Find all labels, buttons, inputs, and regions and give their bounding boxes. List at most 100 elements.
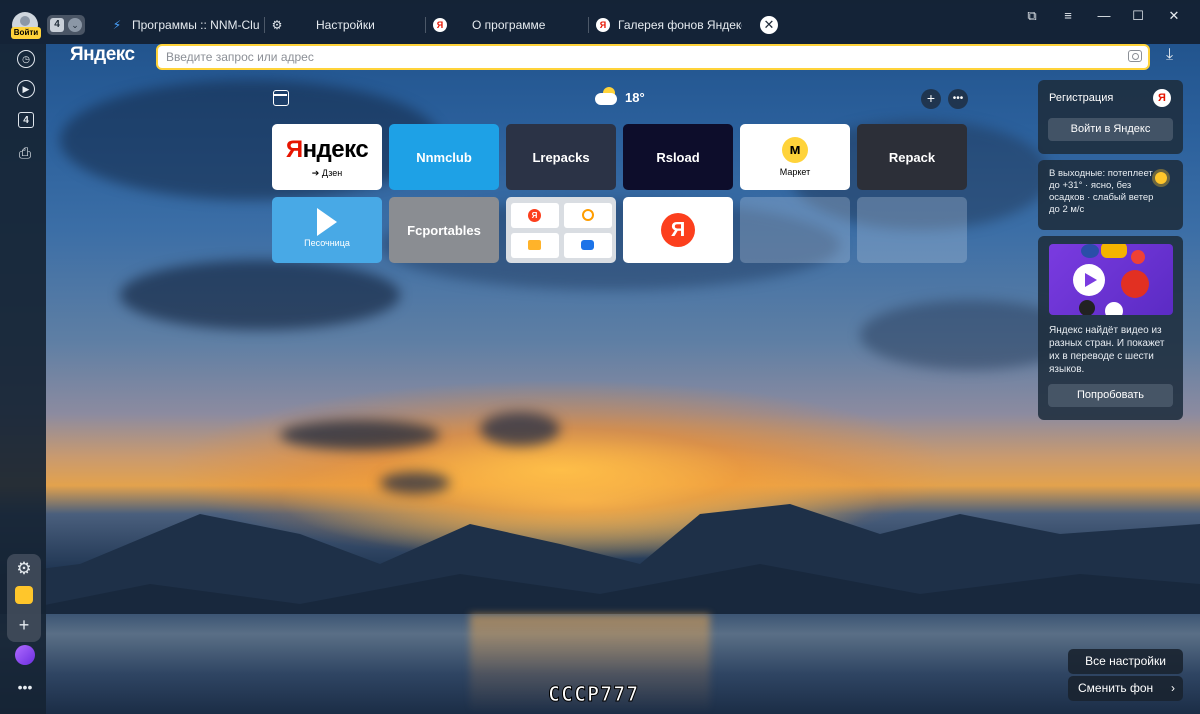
de-flag-icon: [1079, 300, 1095, 315]
yandex-icon: Я: [510, 202, 559, 228]
try-button[interactable]: Попробовать: [1048, 384, 1173, 407]
tile-label: Nnmclub: [416, 149, 472, 165]
change-background-button[interactable]: Сменить фон ›: [1068, 676, 1183, 701]
tile-yandex-search[interactable]: Я: [623, 197, 733, 263]
tile-market[interactable]: м Маркет: [740, 124, 850, 190]
gear-icon: ⚙: [271, 18, 283, 32]
nnm-club-icon: ⚡: [112, 18, 122, 32]
login-yandex-button[interactable]: Войти в Яндекс: [1048, 118, 1173, 141]
chevron-right-icon: ›: [1171, 681, 1175, 695]
bookmarks-icon[interactable]: ⧉: [1022, 8, 1042, 24]
yandex-logo[interactable]: Яндекс: [70, 44, 135, 66]
fr-flag-icon: [1105, 302, 1123, 315]
camera-search-icon[interactable]: [1128, 50, 1142, 62]
play-icon: [1073, 264, 1105, 296]
download-icon[interactable]: ⤓: [1166, 46, 1173, 64]
tile-rsload[interactable]: Rsload: [623, 124, 733, 190]
market-icon: м: [782, 137, 808, 163]
add-tile-button[interactable]: +: [921, 89, 941, 109]
close-tab-icon[interactable]: ✕: [760, 16, 778, 34]
weekend-forecast: В выходные: потеплеет до +31° · ясно, бе…: [1049, 168, 1154, 215]
tab-gallery[interactable]: Я Галерея фонов Яндекс Бр: [596, 13, 742, 37]
tile-label: Песочница: [304, 238, 350, 248]
gallery-icon[interactable]: [273, 90, 289, 106]
telegram-icon: [317, 208, 337, 236]
tab-counter[interactable]: 4 ⌄: [47, 15, 85, 35]
tile-fcportables[interactable]: Fcportables: [389, 197, 499, 263]
tab-strip: Войти 4 ⌄ ⚡ Программы :: NNM-Club ⚙ Наст…: [0, 0, 1200, 44]
change-background-label: Сменить фон: [1078, 681, 1154, 695]
menu-icon[interactable]: ≡: [1058, 8, 1078, 24]
omnibox[interactable]: [156, 44, 1150, 70]
cn-flag-icon: [1121, 270, 1149, 298]
register-title: Регистрация: [1049, 92, 1114, 104]
fr-flag-icon: [1131, 250, 1145, 264]
tile-label: Fcportables: [407, 222, 481, 238]
add-icon[interactable]: +: [13, 614, 35, 636]
tile-lrepacks[interactable]: Lrepacks: [506, 124, 616, 190]
yandex-icon: Я: [596, 18, 610, 32]
tab-title: Галерея фонов Яндекс Бр: [618, 18, 742, 32]
yandex-tile-logo: Яндекс: [285, 135, 369, 163]
weather-widget[interactable]: 18°: [595, 87, 645, 107]
background-image: [0, 0, 1200, 714]
sidebar: ◷ ▶ 4 ⎙ ⚙ + •••: [0, 44, 46, 714]
tile-label: Repack: [888, 149, 936, 165]
promo-card: Яндекс найдёт видео из разных стран. И п…: [1038, 236, 1183, 420]
tab-title: Настройки: [316, 18, 375, 32]
tab-separator: [425, 17, 426, 33]
tab-about[interactable]: Я О программе: [433, 13, 583, 37]
weather-temp: 18°: [625, 89, 645, 105]
all-settings-button[interactable]: Все настройки: [1068, 649, 1183, 674]
tile-empty[interactable]: [857, 197, 967, 263]
tile-repack[interactable]: Repack: [857, 124, 967, 190]
minimize-icon[interactable]: —: [1094, 8, 1114, 24]
search-input[interactable]: [158, 46, 1098, 68]
play-icon[interactable]: ▶: [17, 80, 35, 98]
more-icon[interactable]: •••: [14, 676, 36, 698]
tile-subtitle: ➔ Дзен: [311, 167, 343, 178]
tile-label: Rsload: [656, 149, 700, 165]
mail-icon[interactable]: [15, 586, 33, 604]
sidebar-apps: ⚙ +: [7, 554, 41, 642]
maximize-icon[interactable]: ☐: [1128, 8, 1148, 24]
tab-settings[interactable]: ⚙ Настройки: [270, 13, 420, 37]
history-icon[interactable]: ◷: [17, 50, 35, 68]
video-translation-illustration: [1049, 244, 1173, 315]
screenshot-icon[interactable]: ⎙: [14, 142, 36, 164]
tab-title: О программе: [472, 18, 546, 32]
close-window-icon[interactable]: ✕: [1164, 8, 1184, 24]
yandex-icon: Я: [661, 213, 695, 247]
login-badge[interactable]: Войти: [11, 27, 41, 39]
tile-nnmclub[interactable]: Nnmclub: [389, 124, 499, 190]
tile-yandex[interactable]: Яндекс ➔ Дзен: [272, 124, 382, 190]
weather-forecast-card[interactable]: В выходные: потеплеет до +31° · ясно, бе…: [1038, 160, 1183, 230]
tile-label: Маркет: [779, 167, 811, 177]
partly-cloudy-icon: [595, 87, 621, 107]
mail-icon: [510, 232, 559, 258]
tab-nnm-club[interactable]: ⚡ Программы :: NNM-Club: [110, 13, 260, 37]
alice-icon[interactable]: [15, 645, 35, 665]
tile-label: Lrepacks: [532, 149, 590, 165]
watermark: СССР777: [547, 682, 640, 707]
tile-services-group[interactable]: Я: [506, 197, 616, 263]
apps-icon[interactable]: ⚙: [13, 558, 35, 580]
tile-sandbox[interactable]: Песочница: [272, 197, 382, 263]
tile-empty[interactable]: [740, 197, 850, 263]
yandex-icon: Я: [1153, 89, 1171, 107]
tab-separator: [588, 17, 589, 33]
sun-icon: [1155, 172, 1167, 184]
es-flag-icon: [1101, 244, 1127, 258]
tabs-count-icon[interactable]: 4: [18, 112, 34, 128]
browser-window: Войти 4 ⌄ ⚡ Программы :: NNM-Club ⚙ Наст…: [0, 0, 1200, 714]
timer-icon: [563, 202, 612, 228]
chevron-down-icon: ⌄: [68, 18, 82, 32]
register-card: Регистрация Я Войти в Яндекс: [1038, 80, 1183, 154]
disk-icon: [563, 232, 612, 258]
promo-description: Яндекс найдёт видео из разных стран. И п…: [1049, 325, 1165, 375]
uk-flag-icon: [1081, 244, 1099, 258]
more-options-button[interactable]: •••: [948, 89, 968, 109]
yandex-icon: Я: [433, 18, 447, 32]
tab-count: 4: [50, 18, 64, 32]
tab-title: Программы :: NNM-Club: [132, 18, 260, 32]
